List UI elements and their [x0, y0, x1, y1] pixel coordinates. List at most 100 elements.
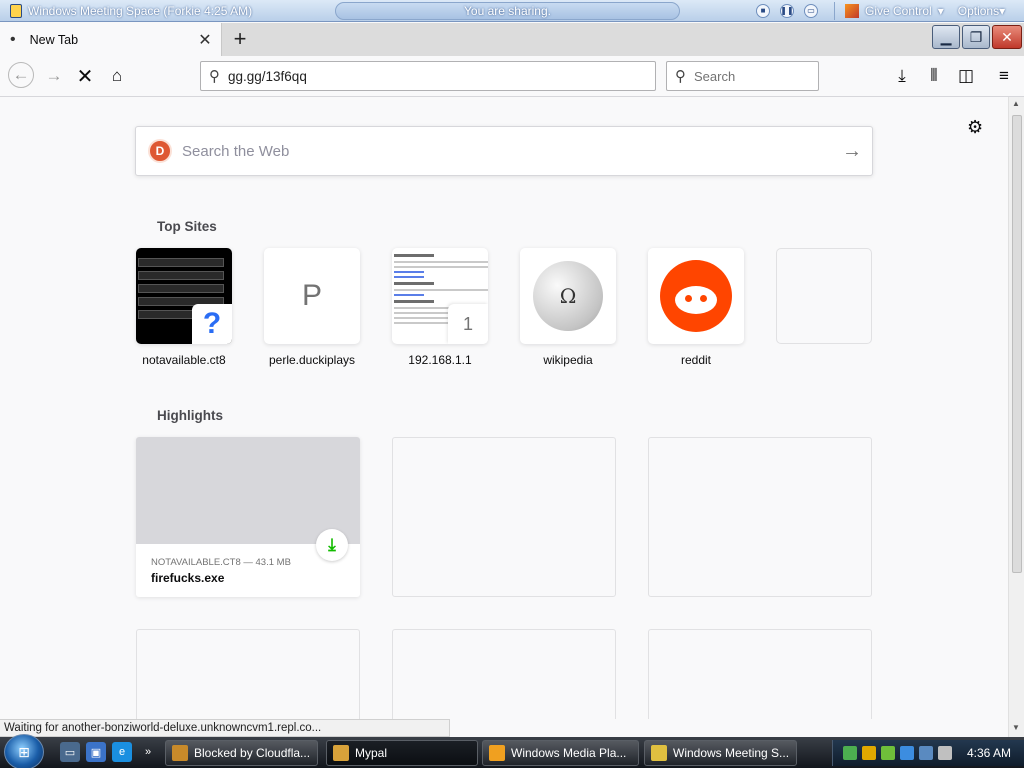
letter-icon: P [301, 279, 322, 312]
top-site-label[interactable]: perle.duckiplays [248, 353, 376, 367]
top-sites-title: Top Sites [157, 219, 217, 234]
taskbar-item[interactable]: Blocked by Cloudfla... [165, 740, 318, 766]
new-tab-button[interactable]: + [226, 26, 254, 54]
download-icon: ⤓ [316, 529, 348, 561]
chevron-right-icon[interactable]: » [138, 742, 158, 762]
search-icon: ⚲ [209, 68, 220, 85]
meeting-controls: ■ ❚❚ ▭ [756, 3, 818, 18]
people-icon[interactable] [843, 746, 857, 760]
scroll-down-icon[interactable]: ▼ [1012, 723, 1020, 732]
taskbar-item-label: Windows Meeting S... [673, 746, 790, 760]
empty-highlight [648, 629, 872, 719]
empty-highlight [648, 437, 872, 597]
top-site-tile[interactable]: 1 [392, 248, 488, 344]
top-site-label[interactable]: wikipedia [504, 353, 632, 367]
window-controls: ▁ ❐ ✕ [932, 25, 1022, 49]
clock[interactable]: 4:36 AM [967, 746, 1011, 760]
options-button[interactable]: Options▾ [958, 4, 1005, 18]
highlight-meta: NOTAVAILABLE.CT8 — 43.1 MB [151, 557, 291, 568]
top-site-tile[interactable]: Ω [520, 248, 616, 344]
monitor-icon[interactable]: ▭ [804, 3, 818, 18]
meeting-space-icon [10, 3, 22, 18]
tab-label: New Tab [29, 32, 79, 47]
divider [834, 1, 835, 20]
meeting-tray-icon[interactable] [881, 746, 895, 760]
switch-windows-icon[interactable]: ▣ [86, 742, 106, 762]
gear-icon[interactable]: ⚙ [967, 117, 983, 138]
top-site-label[interactable]: 192.168.1.1 [376, 353, 504, 367]
update-icon[interactable] [900, 746, 914, 760]
highlight-card[interactable]: ⤓ NOTAVAILABLE.CT8 — 43.1 MB firefucks.e… [136, 437, 360, 597]
app-icon [172, 745, 188, 761]
taskbar: ⊞ ▭ ▣ e » Blocked by Cloudfla... Mypal W… [0, 734, 1024, 768]
empty-highlight [392, 437, 616, 597]
duckduckgo-icon: D [148, 139, 172, 163]
minimize-button[interactable]: ▁ [932, 25, 960, 49]
media-player-icon [489, 745, 505, 761]
volume-muted-icon[interactable] [938, 746, 952, 760]
top-site-tile[interactable] [648, 248, 744, 344]
pause-icon[interactable]: ❚❚ [780, 3, 794, 18]
tab-new-tab[interactable]: • New Tab ✕ [0, 23, 222, 56]
start-button[interactable]: ⊞ [4, 734, 44, 768]
sharing-status: You are sharing. [335, 1, 680, 20]
show-desktop-icon[interactable]: ▭ [60, 742, 80, 762]
taskbar-item[interactable]: Mypal [326, 740, 478, 766]
system-tray: 4:36 AM [832, 740, 1024, 766]
taskbar-item-label: Mypal [355, 746, 388, 760]
close-tab-icon[interactable]: ✕ [195, 30, 215, 50]
meeting-space-icon [651, 745, 667, 761]
give-control-icon [845, 3, 859, 18]
search-icon: ⚲ [675, 68, 686, 85]
meeting-space-bar: Windows Meeting Space (Forkie 4:25 AM) Y… [0, 0, 1024, 22]
top-site-tile[interactable]: P [264, 248, 360, 344]
top-site-tile[interactable]: ? [136, 248, 232, 344]
scrollbar[interactable]: ▲ ▼ [1008, 97, 1024, 737]
empty-tile [776, 248, 872, 344]
wikipedia-globe-icon: Ω [533, 261, 603, 331]
arrow-right-icon[interactable]: → [832, 140, 872, 163]
meeting-title-text: Windows Meeting Space (Forkie 4:25 AM) [28, 3, 253, 18]
app-icon [333, 745, 349, 761]
options-label: Options [957, 3, 1000, 18]
top-site-label[interactable]: reddit [632, 353, 760, 367]
web-search-box[interactable]: D Search the Web → [135, 126, 873, 176]
give-control-label: Give Control [865, 3, 932, 18]
stop-button[interactable]: ✕ [73, 64, 97, 88]
status-bar: Waiting for another-bonziworld-deluxe.un… [0, 719, 450, 737]
forward-button[interactable]: → [42, 64, 66, 88]
quick-launch: ▭ ▣ e » [60, 742, 158, 762]
restore-button[interactable]: ❐ [962, 25, 990, 49]
shield-icon[interactable] [862, 746, 876, 760]
sidebar-button[interactable]: ◫ [954, 64, 978, 88]
close-window-button[interactable]: ✕ [992, 25, 1022, 49]
internet-explorer-icon[interactable]: e [112, 742, 132, 762]
top-site-label[interactable]: notavailable.ct8 [120, 353, 248, 367]
taskbar-item[interactable]: Windows Media Pla... [482, 740, 639, 766]
scroll-up-icon[interactable]: ▲ [1012, 99, 1020, 108]
network-icon[interactable] [919, 746, 933, 760]
menu-button[interactable]: ≡ [992, 64, 1016, 88]
library-button[interactable]: ⫴ [922, 64, 946, 88]
search-placeholder: Search [694, 68, 736, 84]
url-text[interactable]: gg.gg/13f6qq [228, 69, 307, 84]
give-control-button[interactable]: Give Control ▾ [845, 3, 944, 18]
search-input[interactable]: ⚲ Search [666, 61, 819, 91]
taskbar-item-label: Windows Media Pla... [511, 746, 627, 760]
url-bar[interactable]: ⚲ gg.gg/13f6qq [200, 61, 656, 91]
home-button[interactable]: ⌂ [105, 64, 129, 88]
highlights-title: Highlights [157, 408, 223, 423]
downloads-button[interactable]: ⤓ [890, 64, 914, 88]
stop-icon[interactable]: ■ [756, 3, 770, 18]
empty-highlight [392, 629, 616, 719]
back-button[interactable]: ← [8, 62, 34, 88]
scrollbar-thumb[interactable] [1012, 115, 1022, 573]
tab-strip: • New Tab ✕ + ▁ ❐ ✕ [0, 23, 1024, 56]
question-icon: ? [192, 304, 232, 344]
web-search-placeholder: Search the Web [182, 142, 290, 160]
taskbar-item-label: Blocked by Cloudfla... [194, 746, 311, 760]
new-tab-page: ⚙ D Search the Web → Top Sites ? notavai… [0, 97, 1008, 719]
taskbar-item[interactable]: Windows Meeting S... [644, 740, 797, 766]
meeting-title: Windows Meeting Space (Forkie 4:25 AM) [0, 3, 335, 18]
highlight-preview [136, 437, 360, 544]
